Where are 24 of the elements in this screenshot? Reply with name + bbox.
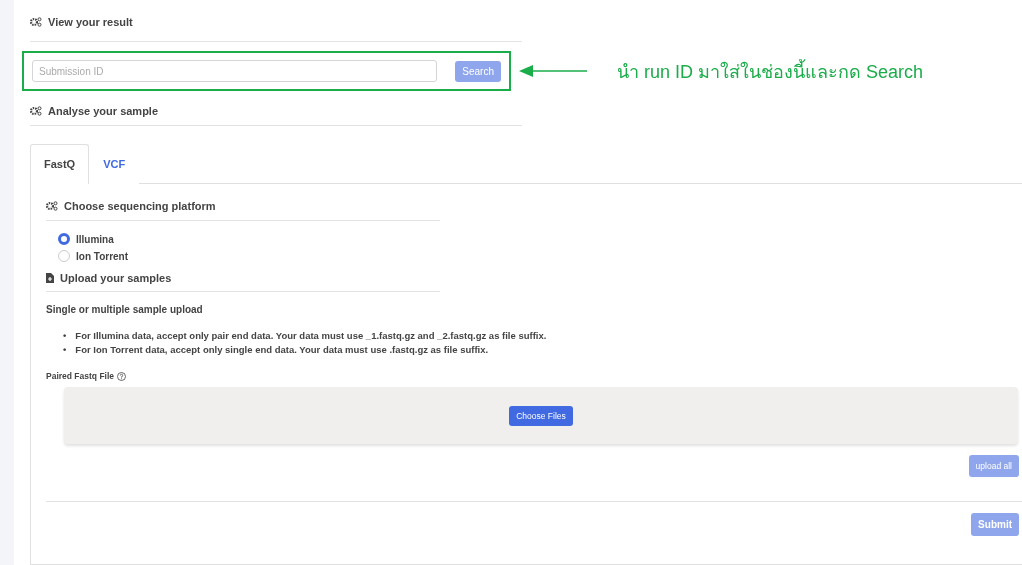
upload-subtitle: Single or multiple sample upload bbox=[46, 304, 204, 315]
section-title: Upload your samples bbox=[60, 272, 172, 284]
gears-icon bbox=[30, 17, 42, 27]
annotation-note: นำ run ID มาใส่ในช่องนี้และกด Search bbox=[617, 58, 924, 84]
radio-label: Illumina bbox=[76, 233, 114, 245]
section-title: View your result bbox=[48, 16, 133, 28]
choose-files-button[interactable]: Choose Files bbox=[509, 405, 573, 426]
file-drop-zone[interactable]: Choose Files bbox=[64, 387, 1018, 444]
bullet-mark: • bbox=[63, 329, 67, 343]
gears-icon bbox=[46, 201, 58, 211]
field-label: Paired Fastq File bbox=[46, 371, 115, 381]
gears-icon bbox=[30, 106, 42, 116]
submission-id-field[interactable]: Submission ID bbox=[32, 60, 438, 82]
bullet-mark: • bbox=[63, 343, 67, 357]
radio-label: Ion Torrent bbox=[76, 250, 129, 262]
help-icon bbox=[117, 371, 127, 381]
radio-button[interactable] bbox=[58, 233, 70, 245]
section-title: Choose sequencing platform bbox=[64, 200, 216, 212]
upload-note: For Ion Torrent data, accept only single end data. Your data must use .fastq.gz as file suffix. bbox=[75, 343, 489, 357]
section-title: Analyse your sample bbox=[48, 105, 159, 117]
file-icon bbox=[46, 273, 54, 283]
tab[interactable]: FastQ bbox=[30, 144, 90, 184]
arrow-icon bbox=[519, 65, 587, 77]
upload-note: For Illumina data, accept only pair end data. Your data must use _1.fastq.gz and _2.fastq.gz as file suffix. bbox=[75, 329, 547, 343]
